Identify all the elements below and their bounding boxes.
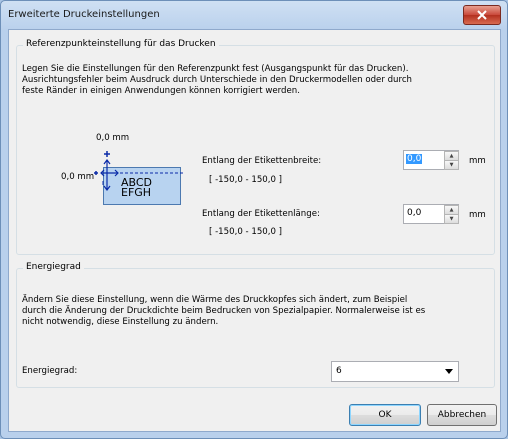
length-value[interactable]: 0,0 [407, 208, 421, 218]
close-button[interactable] [463, 5, 501, 25]
top-offset-label: 0,0 mm [96, 133, 130, 143]
energy-group-title: Energiegrad [23, 262, 84, 272]
energy-select[interactable]: 6 [331, 361, 459, 382]
length-spinbox[interactable]: 0,0 ▲ ▼ [403, 204, 459, 224]
title-bar[interactable]: Erweiterte Druckeinstellungen [1, 1, 507, 29]
label-sample-text: ABCD EFGH [121, 177, 152, 199]
description-line: Ausrichtungsfehler beim Ausdruck durch U… [22, 75, 413, 85]
sample-line: EFGH [121, 186, 152, 199]
reference-description: Legen Sie die Einstellungen für den Refe… [22, 64, 412, 97]
description-line: feste Ränder in einigen Anwendungen könn… [22, 86, 300, 96]
description-line: nicht notwendig, diese Einstellung zu än… [22, 317, 219, 327]
left-offset-label: 0,0 mm [61, 172, 95, 182]
reference-group-title: Referenzpunkteinstellung für das Drucken [23, 39, 219, 49]
width-unit: mm [469, 156, 486, 166]
arrow-up-icon: ▲ [449, 153, 454, 159]
energy-value: 6 [336, 366, 342, 376]
width-range: [ -150,0 - 150,0 ] [209, 175, 283, 185]
description-line: durch die Änderung der Druckdichte beim … [22, 306, 426, 316]
arrow-down-icon: ▼ [449, 216, 454, 222]
width-spin-buttons: ▲ ▼ [444, 151, 459, 170]
chevron-down-icon [445, 369, 453, 374]
dialog-content: Referenzpunkteinstellung für das Drucken… [8, 29, 501, 432]
cancel-button[interactable]: Abbrechen [427, 404, 497, 426]
arrow-up-icon: ▲ [449, 207, 454, 213]
window-title: Erweiterte Druckeinstellungen [8, 9, 160, 20]
energy-label: Energiegrad: [22, 366, 78, 376]
description-line: Legen Sie die Einstellungen für den Refe… [22, 64, 409, 74]
length-label: Entlang der Etikettenlänge: [202, 209, 320, 219]
ok-button[interactable]: OK [349, 404, 421, 426]
energy-description: Ändern Sie diese Einstellung, wenn die W… [22, 295, 425, 328]
length-unit: mm [469, 210, 486, 220]
arrow-down-icon: ▼ [449, 162, 454, 168]
length-spin-buttons: ▲ ▼ [444, 205, 459, 224]
width-decrement-button[interactable]: ▼ [444, 160, 459, 170]
description-line: Ändern Sie diese Einstellung, wenn die W… [22, 295, 408, 305]
length-range: [ -150,0 - 150,0 ] [209, 227, 283, 237]
width-spinbox[interactable]: 0,0 ▲ ▼ [403, 150, 459, 170]
length-decrement-button[interactable]: ▼ [444, 214, 459, 224]
width-value[interactable]: 0,0 [406, 154, 423, 164]
close-icon [477, 10, 487, 20]
dialog-window: Erweiterte Druckeinstellungen Referenzpu… [0, 0, 508, 439]
width-label: Entlang der Etikettenbreite: [202, 156, 322, 166]
